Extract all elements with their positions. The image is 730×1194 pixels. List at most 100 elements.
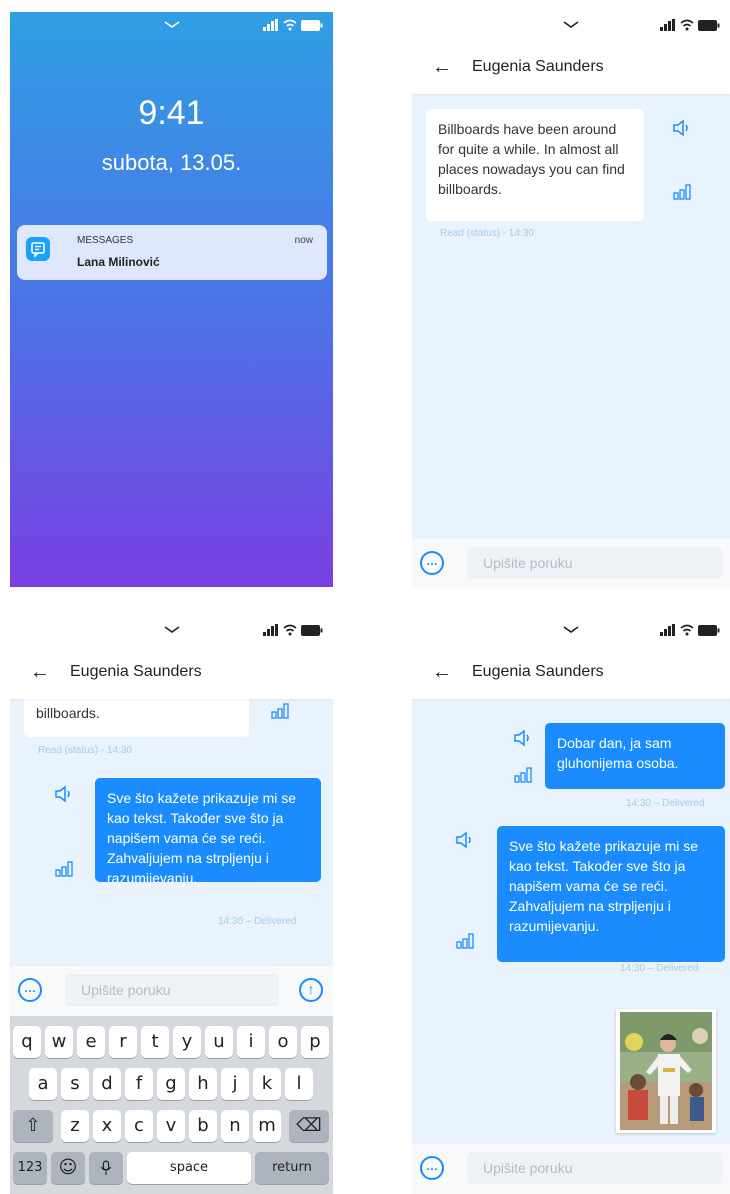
input-bar: … Upišite poruku [412, 1144, 730, 1194]
key-v[interactable]: v [157, 1110, 185, 1142]
key-x[interactable]: x [93, 1110, 121, 1142]
key-i[interactable]: i [237, 1026, 265, 1058]
chevron-down-icon [563, 21, 579, 28]
key-n[interactable]: n [221, 1110, 249, 1142]
chevron-down-icon [164, 626, 179, 633]
key-l[interactable]: l [285, 1068, 313, 1100]
incoming-message-tail: billboards. [24, 695, 249, 737]
bars-icon[interactable] [672, 182, 692, 200]
contact-name: Eugenia Saunders [472, 58, 604, 75]
messages-app-icon [26, 237, 50, 261]
notification-card[interactable]: MESSAGES now Lana Milinović [17, 225, 327, 280]
chat-screen-typing: ← Eugenia Saunders billboards. Read (sta… [10, 617, 333, 1194]
incoming-message-text: billboards. [36, 705, 100, 721]
key-e[interactable]: e [77, 1026, 105, 1058]
wifi-icon [680, 624, 694, 636]
lock-screen: 9:41 subota, 13.05. MESSAGES now Lana Mi… [10, 12, 333, 587]
key-y[interactable]: y [173, 1026, 201, 1058]
message-input[interactable]: Upišite poruku [467, 1152, 722, 1184]
key-m[interactable]: m [253, 1110, 281, 1142]
battery-icon [301, 19, 323, 31]
wifi-icon [283, 624, 297, 636]
key-j[interactable]: j [221, 1068, 249, 1100]
read-status: Read (status) - 14:30 [440, 228, 534, 239]
battery-icon [301, 624, 323, 636]
return-key[interactable]: return [255, 1152, 329, 1184]
key-g[interactable]: g [157, 1068, 185, 1100]
speaker-icon[interactable] [455, 831, 475, 849]
delivered-status-1: 14:30 – Delivered [626, 798, 705, 809]
chat-header: ← Eugenia Saunders [10, 617, 333, 699]
bars-icon[interactable] [513, 765, 533, 783]
bars-icon[interactable] [54, 859, 74, 877]
chat-screen-conversation: ← Eugenia Saunders Dobar dan, ja sam glu… [412, 617, 730, 1194]
key-p[interactable]: p [301, 1026, 329, 1058]
status-bar [10, 617, 333, 645]
space-key[interactable]: space [127, 1152, 251, 1184]
backspace-icon[interactable]: ⌫ [289, 1110, 329, 1142]
chat-header: ← Eugenia Saunders [412, 12, 730, 94]
key-a[interactable]: a [29, 1068, 57, 1100]
key-q[interactable]: q [13, 1026, 41, 1058]
signal-icon [660, 19, 675, 31]
speaker-icon[interactable] [54, 785, 74, 803]
mic-icon[interactable] [89, 1152, 123, 1184]
speaker-icon[interactable] [672, 119, 692, 137]
signal-icon [660, 624, 675, 636]
message-input[interactable]: Upišite poruku [65, 974, 279, 1006]
input-bar: … Upišite poruku ↑ [10, 966, 333, 1016]
keyboard: q w e r t y u i o p a s d f g h j k l ⇧ … [10, 1016, 333, 1194]
read-status: Read (status) - 14:30 [38, 745, 132, 756]
back-arrow-icon[interactable]: ← [432, 662, 452, 682]
incoming-message: Billboards have been around for quite a … [426, 109, 644, 221]
key-t[interactable]: t [141, 1026, 169, 1058]
back-arrow-icon[interactable]: ← [432, 57, 452, 77]
key-w[interactable]: w [45, 1026, 73, 1058]
numbers-key[interactable]: 123 [13, 1152, 47, 1184]
outgoing-message-2: Sve što kažete prikazuje mi se kao tekst… [497, 826, 725, 962]
key-z[interactable]: z [61, 1110, 89, 1142]
status-bar [10, 12, 333, 40]
key-d[interactable]: d [93, 1068, 121, 1100]
chat-screen-incoming: ← Eugenia Saunders Billboards have been … [412, 12, 730, 589]
lock-date: subota, 13.05. [101, 150, 242, 175]
key-k[interactable]: k [253, 1068, 281, 1100]
key-c[interactable]: c [125, 1110, 153, 1142]
chevron-down-icon [563, 626, 579, 633]
speaker-icon[interactable] [513, 729, 533, 747]
photo-attachment[interactable] [616, 1009, 716, 1133]
battery-icon [698, 19, 720, 31]
wifi-icon [283, 19, 297, 31]
notification-app-name: MESSAGES [77, 235, 134, 246]
bars-icon[interactable] [455, 931, 475, 949]
key-s[interactable]: s [61, 1068, 89, 1100]
status-bar [412, 617, 730, 645]
chevron-down-icon [164, 21, 179, 28]
outgoing-message-1: Dobar dan, ja sam gluhonijema osoba. [545, 723, 725, 789]
back-arrow-icon[interactable]: ← [30, 662, 50, 682]
emoji-icon[interactable]: ☺ [51, 1152, 85, 1184]
key-f[interactable]: f [125, 1068, 153, 1100]
contact-name: Eugenia Saunders [472, 663, 604, 680]
chat-header: ← Eugenia Saunders [412, 617, 730, 699]
more-icon[interactable]: … [420, 551, 444, 575]
signal-icon [263, 624, 278, 636]
more-icon[interactable]: … [420, 1156, 444, 1180]
key-o[interactable]: o [269, 1026, 297, 1058]
send-icon[interactable]: ↑ [299, 978, 323, 1002]
key-b[interactable]: b [189, 1110, 217, 1142]
key-h[interactable]: h [189, 1068, 217, 1100]
more-icon[interactable]: … [18, 978, 42, 1002]
notification-sender: Lana Milinović [77, 255, 160, 269]
delivered-status: 14:30 – Delivered [218, 916, 297, 927]
wifi-icon [680, 19, 694, 31]
shift-icon[interactable]: ⇧ [13, 1110, 53, 1142]
notification-time: now [294, 235, 313, 246]
bars-icon[interactable] [270, 701, 290, 719]
key-u[interactable]: u [205, 1026, 233, 1058]
key-r[interactable]: r [109, 1026, 137, 1058]
message-input[interactable]: Upišite poruku [467, 547, 722, 579]
delivered-status-2: 14:30 – Delivered [620, 963, 699, 974]
battery-icon [698, 624, 720, 636]
lock-time: 9:41 [138, 94, 205, 132]
